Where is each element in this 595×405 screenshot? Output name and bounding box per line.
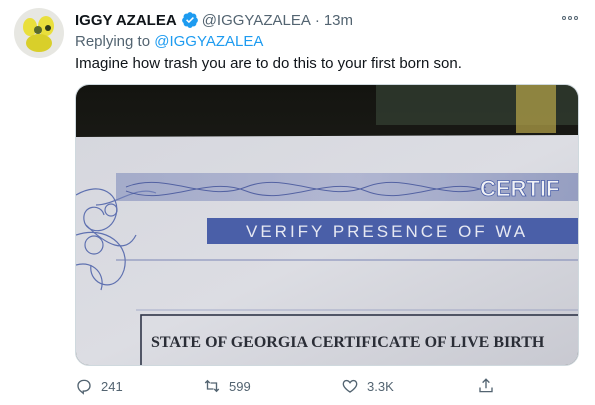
- retweet-count: 599: [229, 378, 251, 394]
- reply-icon: [77, 379, 91, 395]
- retweet-button[interactable]: 599: [203, 373, 251, 399]
- avatar-shape: [34, 26, 42, 34]
- handle[interactable]: @IGGYAZALEA: [202, 12, 311, 29]
- timestamp[interactable]: 13m: [324, 12, 353, 29]
- heart-icon: [342, 379, 358, 393]
- certificate-word: CERTIF: [480, 176, 559, 201]
- share-button[interactable]: [477, 373, 495, 399]
- more-options-icon[interactable]: [559, 8, 581, 28]
- avatar[interactable]: [14, 8, 64, 58]
- more-dot: [562, 16, 566, 20]
- tweet-actions: 241 599 3.3K: [75, 373, 525, 399]
- tweet-header: IGGY AZALEA @IGGYAZALEA · 13m: [75, 10, 353, 30]
- avatar-shape: [45, 25, 51, 31]
- more-dot: [574, 16, 578, 20]
- retweet-icon: [204, 379, 220, 393]
- state-certificate-text: STATE OF GEORGIA CERTIFICATE OF LIVE BIR…: [151, 334, 545, 351]
- tweet-media-photo[interactable]: CERTIF VERIFY PRESENCE OF WA STATE OF GE…: [75, 84, 579, 366]
- like-button[interactable]: 3.3K: [341, 373, 394, 399]
- reply-mention-link[interactable]: @IGGYAZALEA: [154, 33, 263, 50]
- avatar-shape: [26, 34, 52, 52]
- reply-prefix: Replying to: [75, 33, 151, 50]
- like-count: 3.3K: [367, 378, 394, 394]
- certificate-photo: CERTIF VERIFY PRESENCE OF WA STATE OF GE…: [76, 85, 578, 365]
- more-dot: [568, 16, 572, 20]
- share-icon: [479, 378, 493, 393]
- reply-count: 241: [101, 378, 123, 394]
- separator-dot: ·: [314, 11, 320, 29]
- verified-badge-icon: [181, 12, 198, 28]
- display-name[interactable]: IGGY AZALEA: [75, 12, 177, 29]
- reply-context: Replying to @IGGYAZALEA: [75, 33, 263, 50]
- tweet-text: Imagine how trash you are to do this to …: [75, 55, 462, 72]
- tweet[interactable]: IGGY AZALEA @IGGYAZALEA · 13m Replying t…: [0, 0, 595, 405]
- verify-presence-text: VERIFY PRESENCE OF WA: [246, 222, 528, 241]
- reply-button[interactable]: 241: [75, 373, 123, 399]
